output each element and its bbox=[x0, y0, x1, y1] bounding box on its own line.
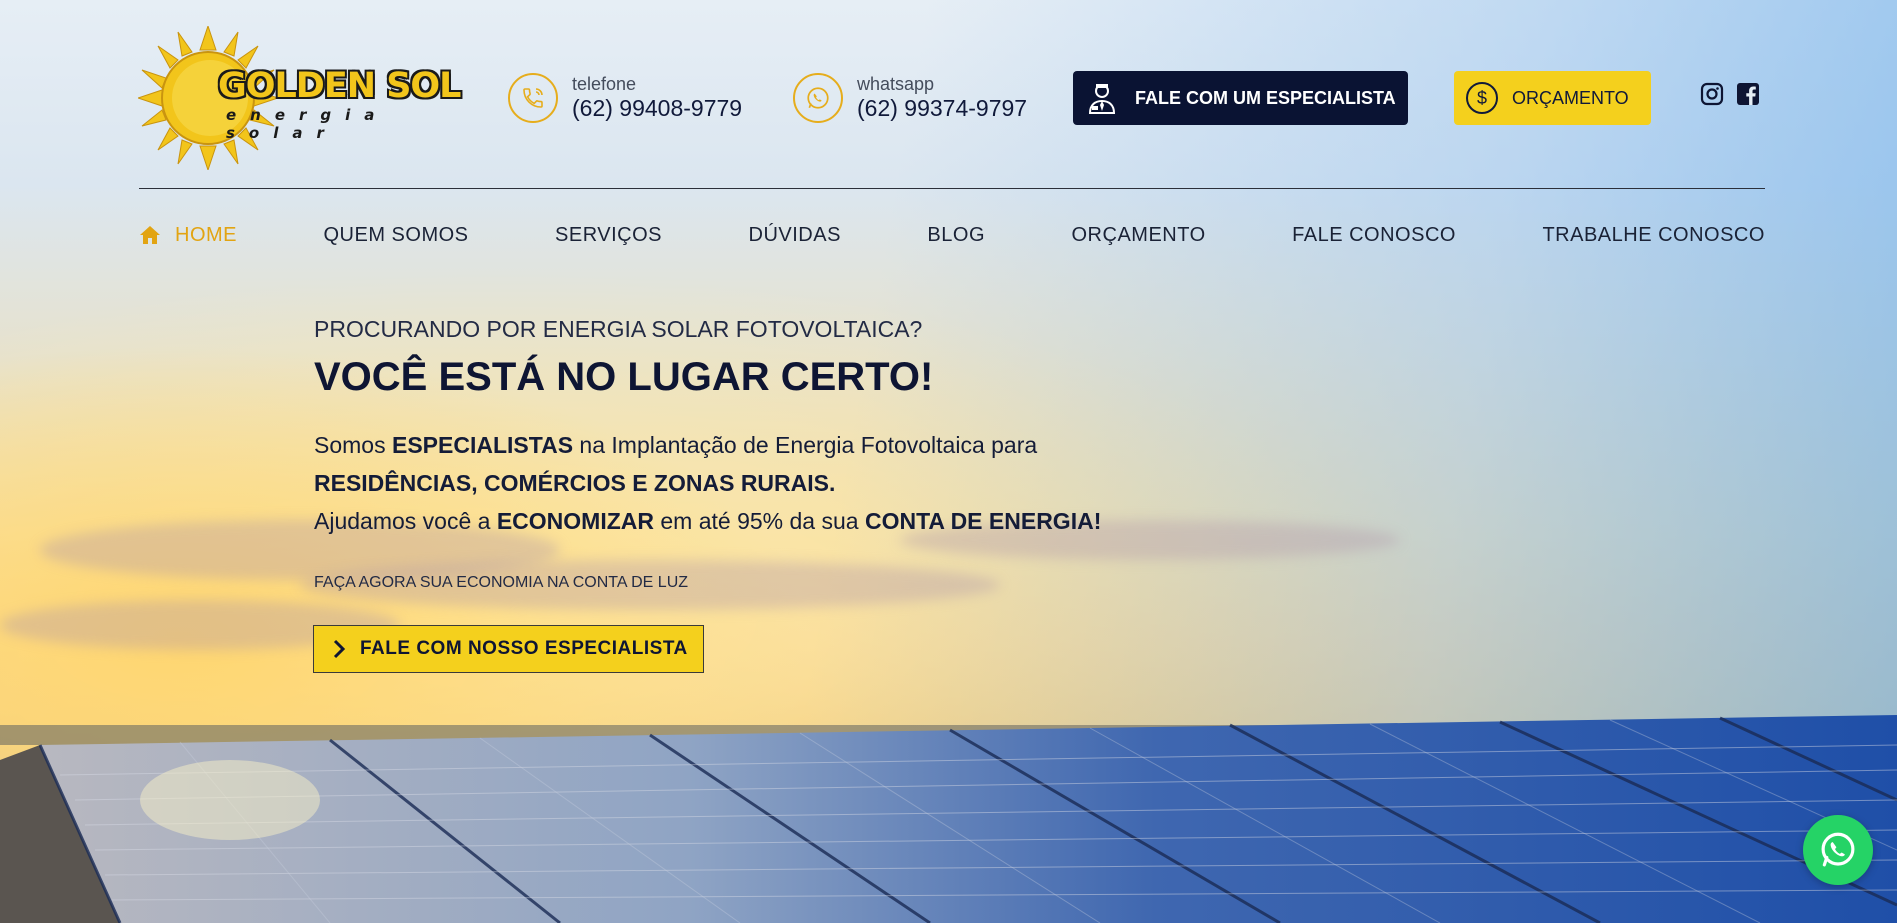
nav-item-trabalhe-conosco[interactable]: TRABALHE CONOSCO bbox=[1542, 224, 1764, 247]
phone-label: telefone bbox=[572, 74, 637, 94]
brand-name: GOLDEN SOL bbox=[218, 66, 461, 106]
brand-tagline: energia solar bbox=[226, 106, 389, 142]
specialist-button[interactable]: FALE COM UM ESPECIALISTA bbox=[1073, 71, 1408, 125]
hero-text: Ajudamos você a bbox=[314, 508, 497, 534]
specialist-icon bbox=[1088, 84, 1116, 114]
quote-button[interactable]: $ ORÇAMENTO bbox=[1454, 71, 1651, 125]
dollar-coin-icon: $ bbox=[1466, 82, 1498, 114]
header-divider bbox=[139, 188, 1765, 189]
hero-text-bold: RESIDÊNCIAS, COMÉRCIOS E ZONAS RURAIS. bbox=[314, 470, 836, 496]
hero-text: Somos bbox=[314, 432, 392, 458]
nav-item-quem-somos[interactable]: QUEM SOMOS bbox=[324, 224, 469, 247]
whatsapp-icon bbox=[793, 73, 843, 123]
hero-body: Somos ESPECIALISTAS na Implantação de En… bbox=[314, 426, 1101, 540]
nav-item-label: DÚVIDAS bbox=[748, 223, 841, 246]
nav-item-orcamento[interactable]: ORÇAMENTO bbox=[1072, 224, 1206, 247]
phone-number[interactable]: (62) 99408-9779 bbox=[572, 94, 742, 122]
hero-cta-button[interactable]: FALE COM NOSSO ESPECIALISTA bbox=[313, 625, 704, 673]
nav-item-servicos[interactable]: SERVIÇOS bbox=[555, 224, 662, 247]
nav-item-label: BLOG bbox=[927, 223, 985, 246]
whatsapp-float-icon bbox=[1821, 832, 1855, 867]
nav-item-home[interactable]: HOME bbox=[139, 224, 237, 247]
nav-item-duvidas[interactable]: DÚVIDAS bbox=[749, 224, 841, 247]
hero-text-bold: ECONOMIZAR bbox=[496, 508, 654, 534]
hero-section: PROCURANDO POR ENERGIA SOLAR FOTOVOLTAIC… bbox=[314, 316, 1101, 592]
phone-contact[interactable]: telefone (62) 99408-9779 bbox=[508, 73, 742, 123]
hero-eyebrow: PROCURANDO POR ENERGIA SOLAR FOTOVOLTAIC… bbox=[314, 316, 923, 342]
home-icon bbox=[140, 226, 160, 244]
nav-item-label: HOME bbox=[175, 223, 237, 246]
hero-text-bold: ESPECIALISTAS bbox=[391, 432, 574, 458]
quote-button-label: ORÇAMENTO bbox=[1512, 87, 1629, 108]
nav-item-fale-conosco[interactable]: FALE CONOSCO bbox=[1292, 224, 1456, 247]
hero-text-bold: CONTA DE ENERGIA! bbox=[864, 508, 1102, 534]
nav-item-label: FALE CONOSCO bbox=[1292, 223, 1456, 246]
instagram-icon[interactable] bbox=[1700, 82, 1724, 106]
hero-cta-label: FAÇA AGORA SUA ECONOMIA NA CONTA DE LUZ bbox=[314, 574, 689, 591]
nav-item-blog[interactable]: BLOG bbox=[927, 224, 985, 247]
whatsapp-number[interactable]: (62) 99374-9797 bbox=[857, 94, 1027, 122]
whatsapp-contact[interactable]: whatsapp (62) 99374-9797 bbox=[793, 73, 1027, 123]
phone-icon bbox=[508, 73, 558, 123]
main-nav: HOME QUEM SOMOS SERVIÇOS DÚVIDAS BLOG OR… bbox=[139, 220, 1765, 250]
nav-item-label: SERVIÇOS bbox=[555, 223, 663, 246]
nav-item-label: QUEM SOMOS bbox=[323, 223, 469, 246]
whatsapp-label: whatsapp bbox=[857, 74, 935, 94]
hero-cta-button-label: FALE COM NOSSO ESPECIALISTA bbox=[360, 638, 688, 659]
whatsapp-float-button[interactable] bbox=[1803, 815, 1873, 885]
hero-text: na Implantação de Energia Fotovoltaica p… bbox=[573, 432, 1038, 458]
specialist-button-label: FALE COM UM ESPECIALISTA bbox=[1135, 87, 1396, 108]
hero-headline: VOCÊ ESTÁ NO LUGAR CERTO! bbox=[314, 355, 934, 399]
brand-logo[interactable]: GOLDEN SOL energia solar bbox=[138, 26, 468, 170]
nav-item-label: ORÇAMENTO bbox=[1071, 223, 1206, 246]
nav-item-label: TRABALHE CONOSCO bbox=[1542, 223, 1765, 246]
facebook-icon[interactable] bbox=[1736, 82, 1760, 106]
hero-text: em até 95% da sua bbox=[654, 508, 865, 534]
chevron-right-icon bbox=[333, 639, 346, 659]
